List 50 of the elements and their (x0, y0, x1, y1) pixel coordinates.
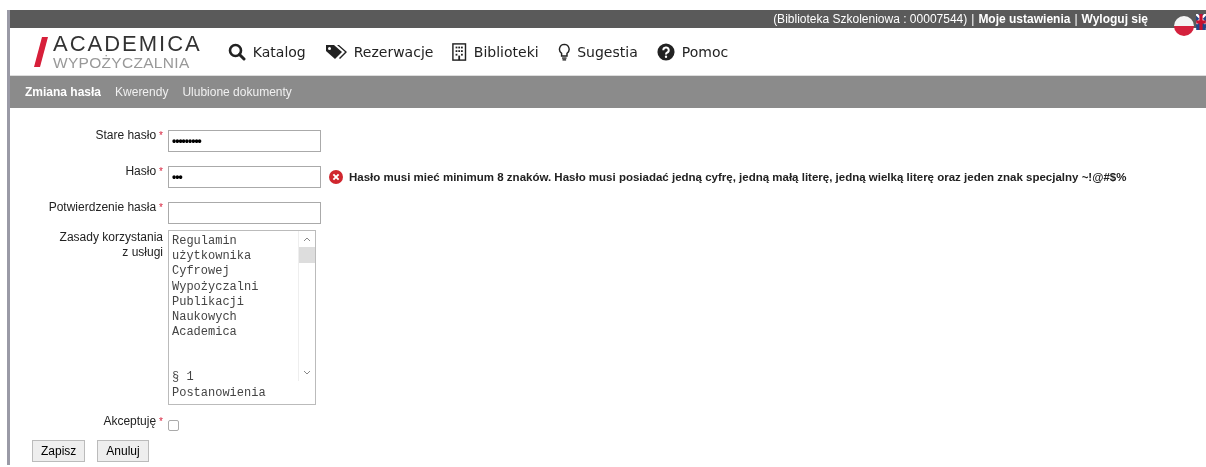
logo-title: ACADEMICA (53, 32, 202, 55)
logo-subtitle: WYPOŻYCZALNIA (53, 54, 191, 71)
nav-link[interactable]: Biblioteki (452, 42, 539, 61)
terms-text-line: Naukowych (172, 310, 238, 326)
nav-link[interactable]: Rezerwacje (324, 42, 434, 61)
form-button[interactable]: Zapisz (32, 440, 86, 462)
chevron-up-icon[interactable] (303, 236, 311, 242)
terms-text-line: użytkownika (172, 249, 253, 265)
flag-icon[interactable] (1196, 14, 1206, 30)
top-link[interactable]: Wyloguj się (1081, 12, 1148, 26)
building-icon (452, 42, 467, 61)
account-info: (Biblioteka Szkoleniowa : 00007544) (773, 12, 968, 26)
help-icon (656, 42, 675, 61)
required-mark: * (159, 416, 163, 427)
required-mark: * (159, 202, 163, 213)
password-field[interactable]: ••••••••• (168, 130, 321, 152)
terms-text-line: Postanowienia (172, 385, 267, 401)
required-mark: * (159, 166, 163, 177)
accept-checkbox[interactable] (168, 420, 179, 431)
separator: | (971, 12, 975, 26)
field-label: Hasło (125, 164, 157, 178)
lightbulb-icon (557, 42, 571, 61)
separator: | (1074, 12, 1078, 26)
nav-link[interactable]: Pomoc (656, 42, 729, 61)
nav-link[interactable]: Katalog (227, 42, 306, 61)
required-mark: * (159, 130, 163, 141)
scroll-thumb[interactable] (299, 247, 315, 263)
error-message: Hasło musi mieć minimum 8 znaków. Hasło musi posiadać jedną cyfrę, jedną małą literę, jedną wielką literę oraz jeden znak specjalny ~!@#$% (349, 171, 1127, 183)
field-label: Akceptuję (103, 414, 157, 428)
top-link[interactable]: Moje ustawienia (978, 12, 1071, 26)
tag-icon (324, 42, 347, 61)
nav-link[interactable]: Sugestia (557, 42, 638, 61)
scrollbar[interactable] (298, 231, 315, 381)
search-icon (227, 42, 246, 61)
terms-text-line: Regulamin (172, 234, 238, 250)
password-field[interactable]: ••• (168, 166, 321, 188)
form-button[interactable]: Anuluj (97, 440, 149, 462)
field-label: Zasady korzystania z usługi (59, 230, 163, 259)
terms-text-line: § 1 (172, 370, 195, 386)
terms-text-area[interactable]: Regulamin użytkownika Cyfrowej Wypożyczalni Publikacji Naukowych Academica § 1 Postanowienia (168, 230, 316, 405)
terms-text-line: Publikacji (172, 294, 245, 310)
logo-slash-icon (34, 36, 48, 67)
password-field[interactable] (168, 202, 321, 224)
field-label: Potwierdzenie hasła (48, 200, 157, 214)
error-icon (329, 170, 343, 184)
terms-text-line: Cyfrowej (172, 264, 231, 280)
field-label: Stare hasło (95, 128, 157, 142)
terms-text-line: Wypożyczalni (172, 279, 260, 295)
terms-text-line: Academica (172, 325, 238, 341)
chevron-down-icon[interactable] (303, 370, 311, 376)
